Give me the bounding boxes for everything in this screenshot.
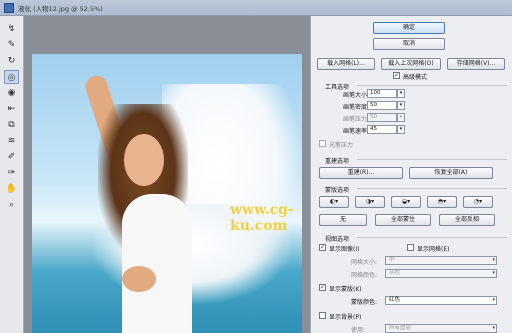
chevron-down-icon: ▾ xyxy=(492,325,495,331)
brush-size-label: 画笔大小: xyxy=(343,92,370,99)
mesh-color-select: 灰色 ▾ xyxy=(385,269,497,278)
mask-color-value: 红色 xyxy=(389,297,401,303)
thaw-mask-icon[interactable]: ✑ xyxy=(4,166,19,180)
brush-density-field[interactable]: 50 xyxy=(367,101,397,110)
push-left-icon[interactable]: ⇤ xyxy=(4,102,19,116)
twirl-icon[interactable]: ↻ xyxy=(4,54,19,68)
reconstruct-options-divider xyxy=(357,159,507,160)
face-shape xyxy=(124,134,164,186)
mask-none-button[interactable]: 无 xyxy=(319,214,367,226)
mask-subtract-icon[interactable]: ◒▾ xyxy=(391,196,421,208)
mesh-size-value: 中 xyxy=(389,257,395,263)
title-bar: 液化 (人物12.jpg @ 52.5%) xyxy=(0,0,512,16)
mask-color-label: 蒙版颜色: xyxy=(351,299,378,306)
show-mask-label: 显示蒙版(K) xyxy=(329,286,362,293)
app-icon xyxy=(4,3,14,13)
use-select: 所有图层 ▾ xyxy=(385,324,497,333)
show-mesh-label: 显示网格(E) xyxy=(417,246,450,253)
load-mesh-button[interactable]: 载入网格(L)... xyxy=(317,58,375,70)
watermark: www.cg-ku.com xyxy=(230,202,294,234)
brush-size-dropdown-icon[interactable]: ▾ xyxy=(397,89,405,98)
restore-all-button[interactable]: 恢复全部(A) xyxy=(409,167,493,179)
show-image-checkbox[interactable]: ✓ xyxy=(319,244,326,251)
hand-shape xyxy=(122,266,156,292)
mesh-color-label: 网格颜色: xyxy=(351,272,378,279)
show-backdrop-checkbox[interactable] xyxy=(319,312,326,319)
chevron-down-icon: ▾ xyxy=(492,257,495,263)
advanced-mode-checkbox[interactable]: ✓ xyxy=(393,72,400,79)
tool-strip: ↯ ✎ ↻ ◎ ◉ ⇤ ⧉ ≋ ✐ ✑ ✋ ⌕ xyxy=(0,16,24,333)
pucker-icon[interactable]: ◎ xyxy=(4,70,19,84)
reconstruct-button[interactable]: 重建(R)... xyxy=(319,167,403,179)
mask-replace-icon[interactable]: ◐▾ xyxy=(319,196,349,208)
chevron-down-icon: ▾ xyxy=(492,270,495,276)
use-value: 所有图层 xyxy=(389,325,412,331)
view-options-title: 视图选项 xyxy=(325,236,350,243)
options-panel: 确定 取消 载入网格(L)... 载入上次网格(O) 存储网格(V)... ✓ … xyxy=(310,16,512,333)
cancel-button[interactable]: 取消 xyxy=(373,38,445,50)
show-mesh-checkbox[interactable] xyxy=(407,244,414,251)
mask-intersect-icon[interactable]: ◓▾ xyxy=(427,196,457,208)
brush-density-dropdown-icon[interactable]: ▾ xyxy=(397,101,405,110)
save-mesh-button[interactable]: 存储网格(V)... xyxy=(447,58,505,70)
brush-pressure-dropdown-icon: ▾ xyxy=(397,113,405,122)
stylus-pressure-label: 光笔压力 xyxy=(329,142,354,149)
use-label: 使用: xyxy=(351,327,366,333)
mask-add-icon[interactable]: ◑▾ xyxy=(355,196,385,208)
show-image-label: 显示图像(I) xyxy=(329,246,360,253)
brush-pressure-label: 画笔压力: xyxy=(343,116,370,123)
ok-button[interactable]: 确定 xyxy=(373,22,445,34)
mesh-color-value: 灰色 xyxy=(389,270,401,276)
dress-shape xyxy=(122,194,192,333)
mask-options-divider xyxy=(357,188,507,189)
mask-color-select[interactable]: 红色 ▾ xyxy=(385,296,497,305)
window-title: 液化 (人物12.jpg @ 52.5%) xyxy=(18,5,103,13)
brush-rate-dropdown-icon[interactable]: ▾ xyxy=(397,125,405,134)
warp-forward-icon[interactable]: ↯ xyxy=(4,22,19,36)
mask-options-title: 蒙版选项 xyxy=(325,187,350,194)
hand-icon[interactable]: ✋ xyxy=(4,182,19,196)
brush-rate-label: 画笔速率: xyxy=(343,128,370,135)
reconstruct-icon[interactable]: ✎ xyxy=(4,38,19,52)
canvas-area[interactable]: www.cg-ku.com xyxy=(24,16,310,333)
brush-pressure-field: 50 xyxy=(367,113,397,122)
preview-image[interactable]: www.cg-ku.com xyxy=(32,54,302,333)
zoom-icon[interactable]: ⌕ xyxy=(4,198,19,212)
invert-all-button[interactable]: 全部反相 xyxy=(439,214,495,226)
brush-density-label: 画笔密度: xyxy=(343,104,370,111)
turbulence-icon[interactable]: ≋ xyxy=(4,134,19,148)
reconstruct-options-title: 重建选项 xyxy=(325,158,350,165)
show-backdrop-label: 显示背景(P) xyxy=(329,314,362,321)
mask-all-button[interactable]: 全部蒙住 xyxy=(375,214,431,226)
bloat-icon[interactable]: ◉ xyxy=(4,86,19,100)
show-mask-checkbox[interactable]: ✓ xyxy=(319,284,326,291)
mirror-icon[interactable]: ⧉ xyxy=(4,118,19,132)
mesh-size-select: 中 ▾ xyxy=(385,256,497,265)
chevron-down-icon: ▾ xyxy=(492,297,495,303)
advanced-mode-label: 高级模式 xyxy=(403,74,428,81)
brush-rate-field[interactable]: 45 xyxy=(367,125,397,134)
load-last-mesh-button[interactable]: 载入上次网格(O) xyxy=(381,58,441,70)
brush-size-field[interactable]: 100 xyxy=(367,89,397,98)
stylus-pressure-checkbox[interactable] xyxy=(319,140,326,147)
mask-invert-icon[interactable]: ◔▾ xyxy=(463,196,493,208)
freeze-mask-icon[interactable]: ✐ xyxy=(4,150,19,164)
view-options-divider xyxy=(357,237,507,238)
mesh-size-label: 网格大小: xyxy=(351,259,378,266)
tool-options-divider xyxy=(357,85,507,86)
